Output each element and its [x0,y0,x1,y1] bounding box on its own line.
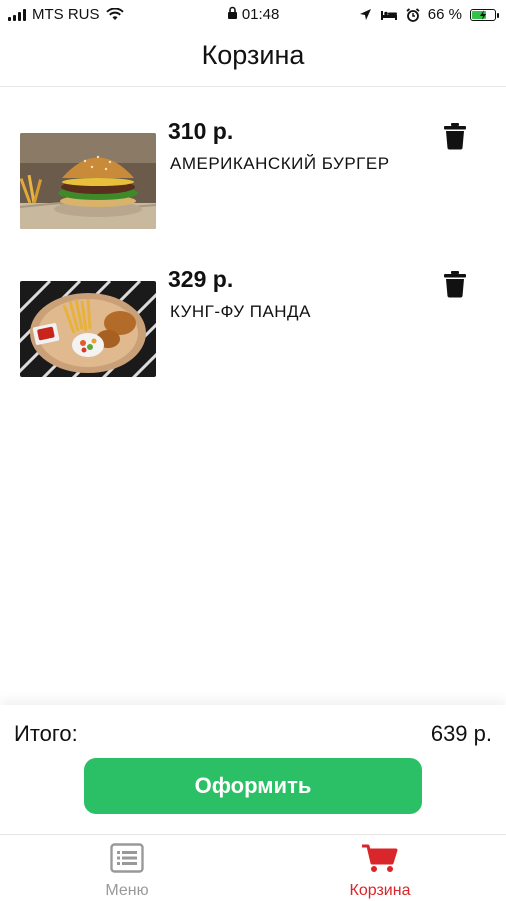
clock: 01:48 [241,6,280,23]
status-bar: MTS RUS 01:48 66 % [0,0,506,30]
delete-trash-icon[interactable] [442,122,468,150]
location-arrow-icon [359,9,371,20]
tab-cart[interactable]: Корзина [310,843,450,900]
item-price: 329 р. [168,266,234,292]
item-name: АМЕРИКАНСКИЙ БУРГЕР [170,154,390,173]
tab-menu[interactable]: Меню [57,843,197,900]
lock-icon [227,6,237,19]
battery-percent: 66 % [427,6,462,23]
page-title: Корзина [201,40,305,70]
total-value: 639 р. [430,721,492,746]
cart-item: 329 р. КУНГ-ФУ ПАНДА [0,266,506,377]
alarm-icon [406,7,420,22]
item-price: 310 р. [168,118,234,144]
header-bar: Корзина [0,30,506,87]
status-right: 66 % [359,6,499,23]
item-name: КУНГ-ФУ ПАНДА [170,302,311,321]
delete-trash-icon[interactable] [442,270,468,298]
bottom-tab-bar: Меню Корзина [0,834,506,901]
tab-menu-label: Меню [105,882,149,899]
battery-icon [470,8,499,21]
bed-icon [380,10,397,20]
cart-item: 310 р. АМЕРИКАНСКИЙ БУРГЕР [0,118,506,229]
checkout-button[interactable]: Оформить [84,758,422,814]
burger-image [20,133,156,229]
charging-bolt-icon [480,9,486,20]
order-summary: Итого: 639 р. Оформить [0,705,506,835]
menu-list-icon [110,843,144,873]
total-label: Итого: [14,721,78,746]
shopping-cart-icon [362,844,398,872]
kung-fu-panda-image [20,281,156,377]
tab-cart-label: Корзина [349,882,411,899]
